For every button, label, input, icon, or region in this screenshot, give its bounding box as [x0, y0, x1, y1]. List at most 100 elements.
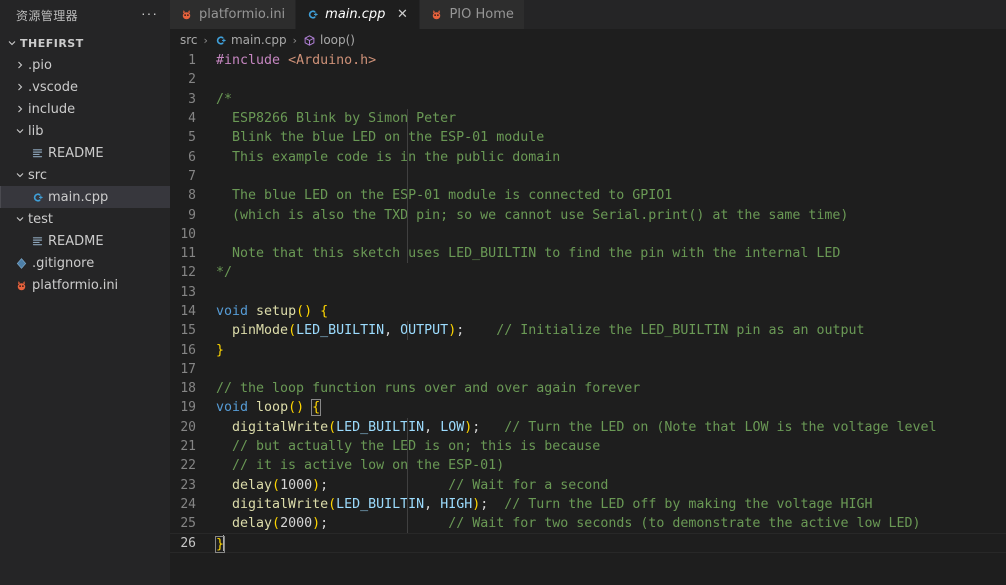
chevron-down-icon[interactable]: [12, 126, 28, 136]
tree-item-main-cpp[interactable]: main.cpp: [0, 186, 170, 208]
code-line[interactable]: 21 // but actually the LED is on; this i…: [170, 437, 1006, 456]
code-line-text: }: [214, 534, 226, 553]
code-line-text: digitalWrite(LED_BUILTIN, LOW); // Turn …: [232, 419, 937, 435]
platformio-icon: [180, 8, 193, 21]
git-icon: [12, 257, 30, 270]
platformio-icon: [12, 279, 30, 292]
tree-root-label: THEFIRST: [20, 36, 84, 50]
tree-item-vscode[interactable]: .vscode: [0, 76, 170, 98]
indent-guide: [407, 417, 408, 534]
tree-item-lib[interactable]: lib: [0, 120, 170, 142]
tree-item-label: .pio: [28, 57, 52, 73]
tab-pio-home[interactable]: PIO Home: [420, 0, 525, 29]
code-line[interactable]: 17: [170, 360, 1006, 379]
code-line[interactable]: 2: [170, 70, 1006, 89]
tree-item-pio[interactable]: .pio: [0, 54, 170, 76]
code-line[interactable]: 15 pinMode(LED_BUILTIN, OUTPUT); // Init…: [170, 321, 1006, 340]
code-line[interactable]: 8 The blue LED on the ESP-01 module is c…: [170, 186, 1006, 205]
tab-main-cpp[interactable]: main.cpp ✕: [296, 0, 421, 29]
code-line-text: (which is also the TXD pin; so we cannot…: [216, 207, 849, 223]
chevron-down-icon[interactable]: [12, 214, 28, 224]
code-line[interactable]: 5 Blink the blue LED on the ESP-01 modul…: [170, 128, 1006, 147]
code-line-text: // but actually the LED is on; this is b…: [216, 439, 601, 455]
tab-platformio-ini[interactable]: platformio.ini: [170, 0, 297, 29]
code-line[interactable]: 16}: [170, 340, 1006, 359]
close-icon[interactable]: ✕: [395, 8, 409, 21]
chevron-right-icon[interactable]: [12, 60, 28, 70]
tree-item-label: lib: [28, 123, 44, 139]
code-line-text: This example code is in the public domai…: [216, 149, 561, 165]
tab-bar-filler: [524, 0, 1006, 29]
chevron-down-icon[interactable]: [12, 170, 28, 180]
line-number: 26: [180, 535, 196, 551]
more-actions-icon[interactable]: ···: [137, 6, 162, 23]
breadcrumb-item-src[interactable]: src: [180, 33, 198, 47]
code-line[interactable]: 10: [170, 225, 1006, 244]
platformio-icon: [430, 8, 443, 21]
code-line[interactable]: 4 ESP8266 Blink by Simon Peter: [170, 109, 1006, 128]
tree-root-thefirst[interactable]: THEFIRST: [0, 32, 170, 54]
cpp-file-icon: [28, 191, 46, 204]
tree-item-readme[interactable]: README: [0, 230, 170, 252]
line-number: 20: [180, 419, 196, 435]
line-number: 1: [188, 53, 196, 69]
tab-bar: platformio.ini main.cpp ✕ PIO Home: [170, 0, 1006, 29]
readme-icon: [28, 147, 46, 160]
code-line[interactable]: 3 /*: [170, 90, 1006, 109]
code-line[interactable]: 22 // it is active low on the ESP-01): [170, 456, 1006, 475]
breadcrumb-item-loop-[interactable]: loop(): [303, 33, 355, 47]
vscode-window: 资源管理器 ··· THEFIRST .pio .vscode include lib…: [0, 0, 1006, 585]
code-line[interactable]: 9 (which is also the TXD pin; so we cann…: [170, 205, 1006, 224]
code-line-text: #include <Arduino.h>: [216, 53, 377, 69]
code-line-text: pinMode(LED_BUILTIN, OUTPUT); // Initial…: [232, 323, 865, 339]
tree-item-include[interactable]: include: [0, 98, 170, 120]
chevron-right-icon[interactable]: [12, 82, 28, 92]
chevron-right-icon[interactable]: [12, 104, 28, 114]
chevron-down-icon: [4, 38, 20, 48]
explorer-header: 资源管理器 ···: [0, 0, 170, 30]
code-line[interactable]: 1 #include <Arduino.h>: [170, 51, 1006, 70]
code-line[interactable]: 23 delay(1000); // Wait for a second: [170, 476, 1006, 495]
breadcrumb-label: loop(): [319, 33, 355, 47]
readme-icon: [28, 235, 46, 248]
code-line[interactable]: 20 digitalWrite(LED_BUILTIN, LOW); // Tu…: [170, 418, 1006, 437]
tree-item-readme[interactable]: README: [0, 142, 170, 164]
line-number: 13: [180, 284, 196, 300]
code-line[interactable]: 14 void setup() {: [170, 302, 1006, 321]
tree-item-label: main.cpp: [48, 189, 109, 205]
line-number: 25: [180, 516, 196, 532]
breadcrumb-label: main.cpp: [230, 33, 287, 47]
tree-item-test[interactable]: test: [0, 208, 170, 230]
code-line[interactable]: 12 */: [170, 263, 1006, 282]
tree-item-label: test: [28, 211, 53, 227]
code-line[interactable]: 19 void loop() {: [170, 398, 1006, 417]
line-number: 19: [180, 400, 196, 416]
code-line[interactable]: 26}: [170, 533, 1006, 553]
tree-item-src[interactable]: src: [0, 164, 170, 186]
breadcrumb-separator: ›: [292, 33, 297, 47]
code-line[interactable]: 18 // the loop function runs over and ove…: [170, 379, 1006, 398]
file-tree: THEFIRST .pio .vscode include lib README src m…: [0, 30, 170, 585]
line-number: 8: [188, 188, 196, 204]
tree-item-gitignore[interactable]: .gitignore: [0, 252, 170, 274]
cpp-file-icon: [214, 34, 227, 47]
line-number: 22: [180, 458, 196, 474]
tree-item-platformio-ini[interactable]: platformio.ini: [0, 274, 170, 296]
indent-guide: [407, 108, 408, 264]
breadcrumb-item-main-cpp[interactable]: main.cpp: [214, 33, 287, 47]
code-line[interactable]: 11 Note that this sketch uses LED_BUILTI…: [170, 244, 1006, 263]
tab-label: platformio.ini: [199, 7, 286, 22]
line-number: 24: [180, 496, 196, 512]
code-line-text: delay(2000); // Wait for two seconds (to…: [232, 516, 921, 532]
code-line[interactable]: 25 delay(2000); // Wait for two seconds …: [170, 514, 1006, 533]
code-line[interactable]: 6 This example code is in the public dom…: [170, 147, 1006, 166]
tree-item-label: include: [28, 101, 76, 117]
code-line[interactable]: 24 digitalWrite(LED_BUILTIN, HIGH); // T…: [170, 495, 1006, 514]
code-line[interactable]: 13: [170, 283, 1006, 302]
symbol-method-icon: [303, 34, 316, 47]
tree-item-label: .vscode: [28, 79, 78, 95]
code-line-text: */: [216, 265, 233, 281]
line-number: 7: [188, 168, 196, 184]
code-line[interactable]: 7: [170, 167, 1006, 186]
code-editor[interactable]: 1 #include <Arduino.h> 2 3/* 4 ESP8266 Blink…: [170, 51, 1006, 585]
